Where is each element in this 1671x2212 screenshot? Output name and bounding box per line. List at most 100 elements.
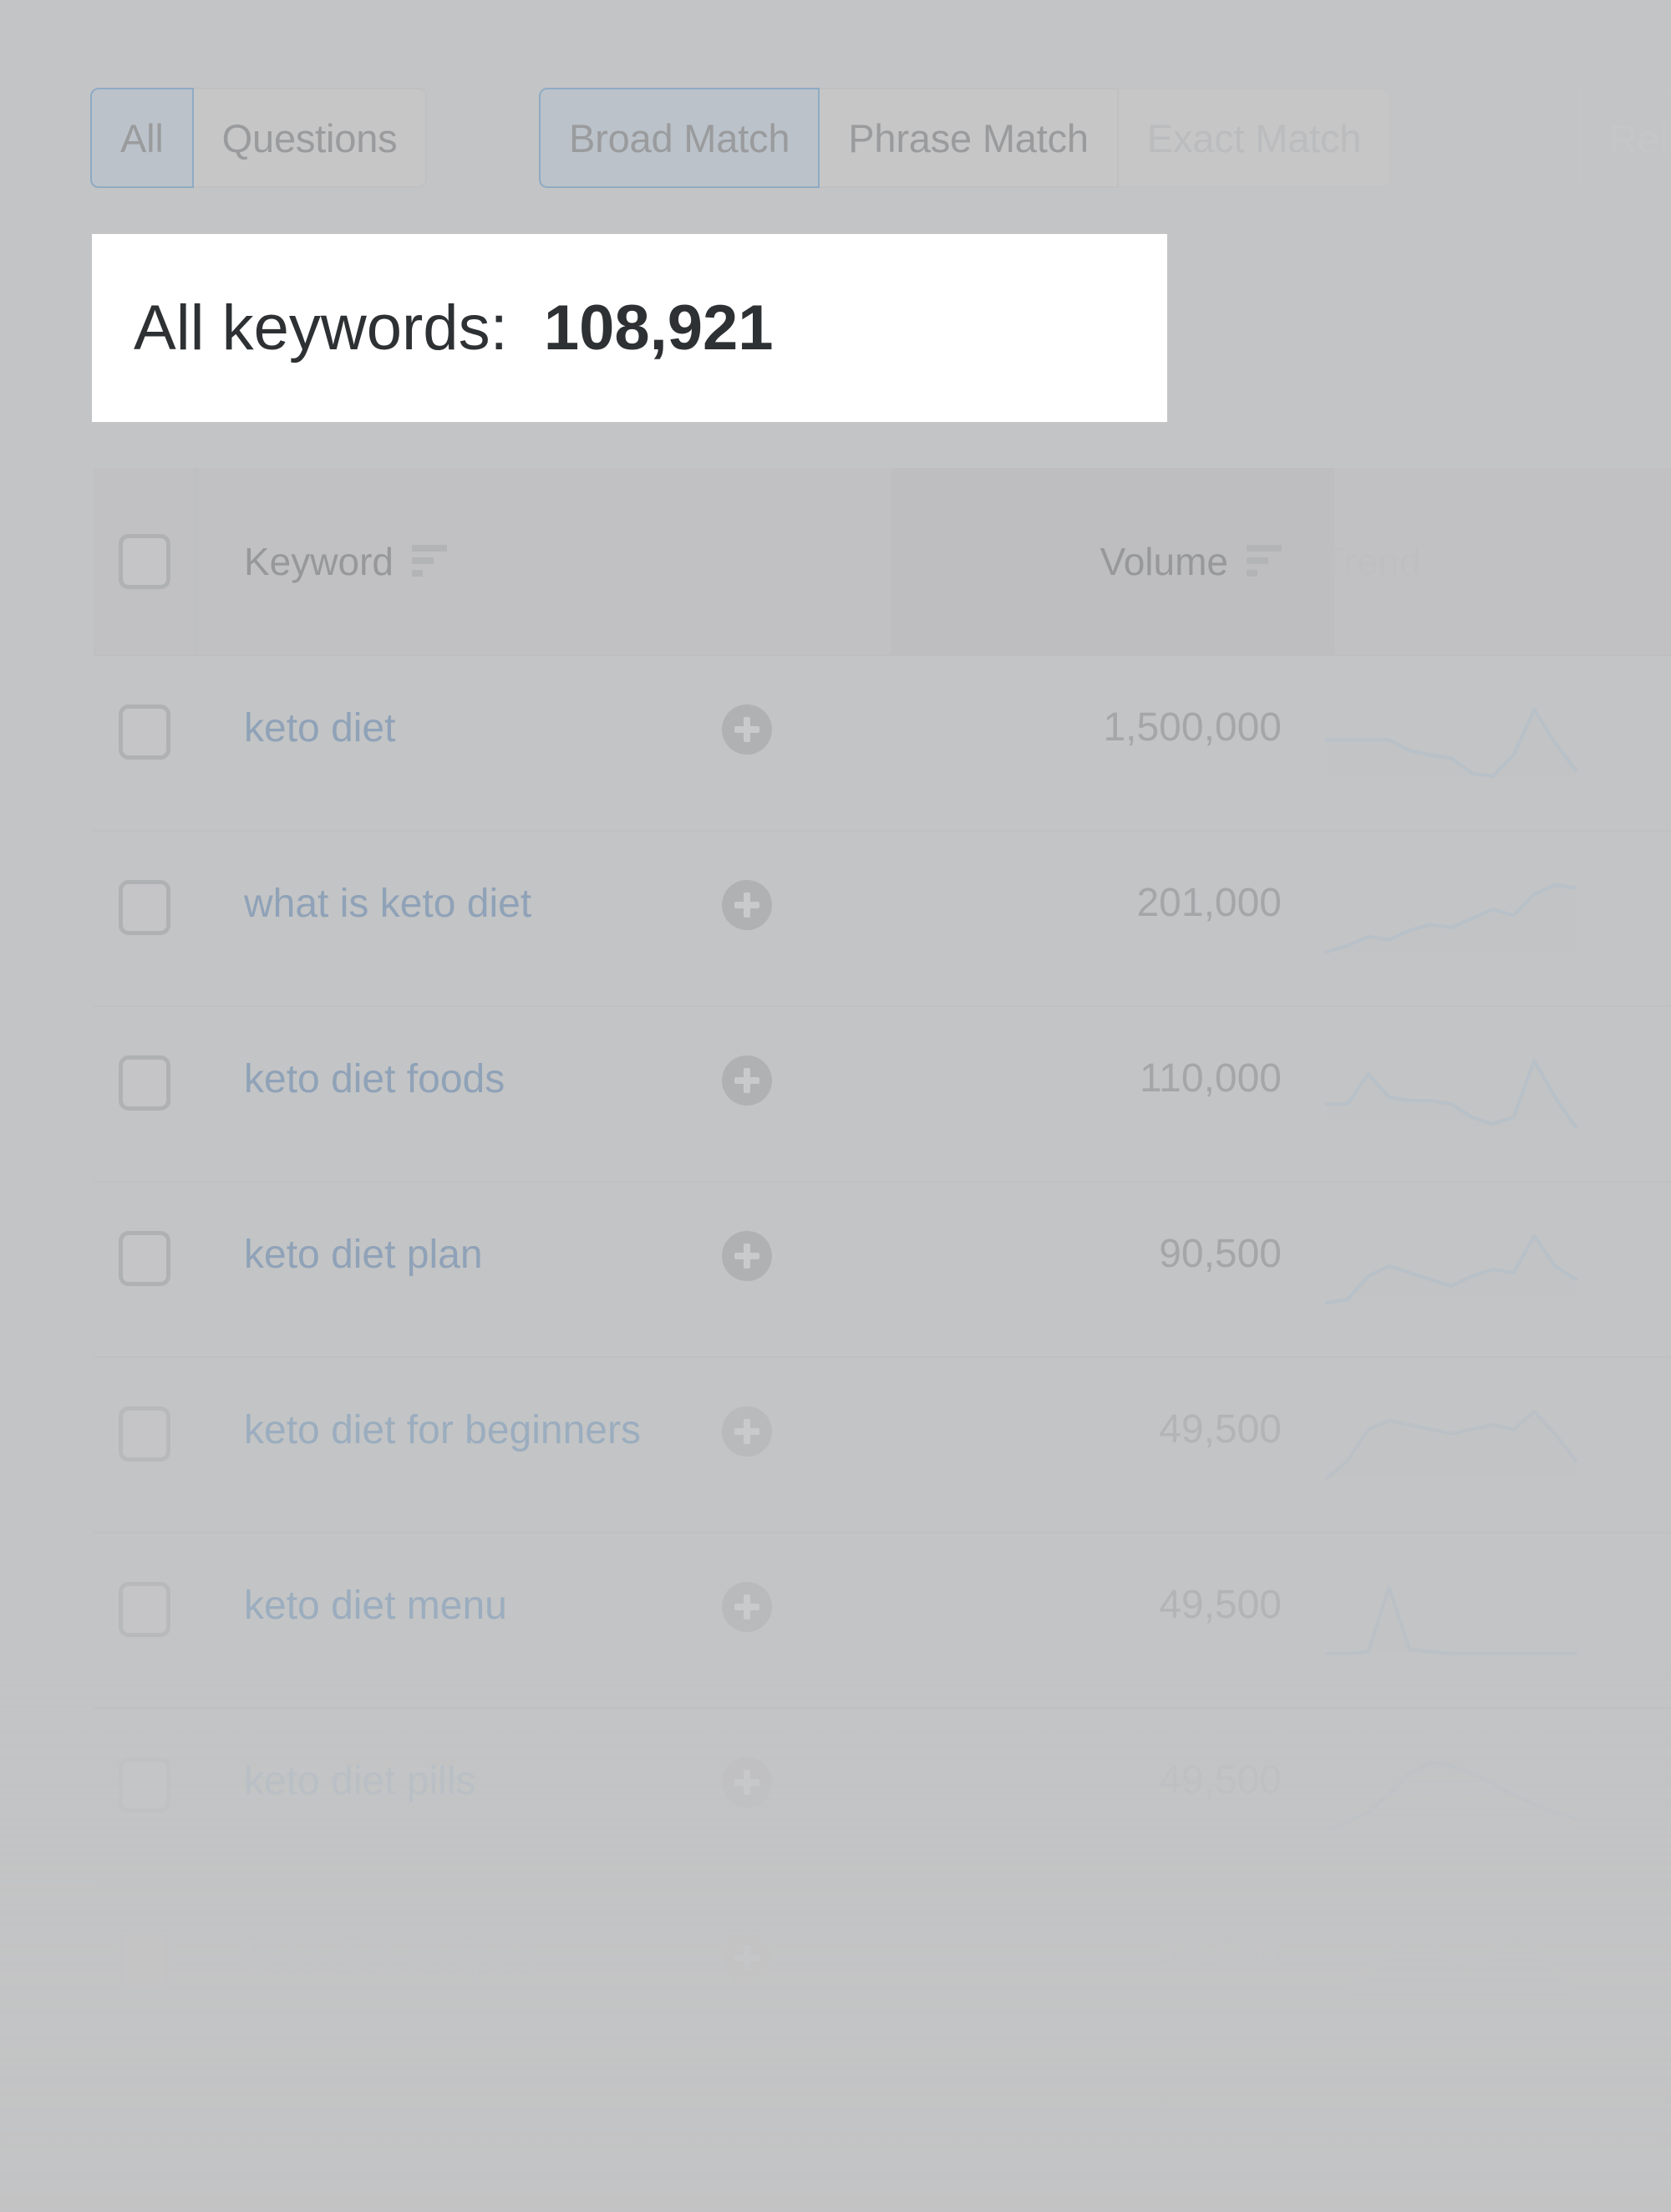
volume-value: 40,500 <box>1159 1934 1282 1978</box>
plus-circle-icon[interactable] <box>722 1406 772 1457</box>
plus-circle-icon[interactable] <box>722 880 772 930</box>
keyword-column-header[interactable]: Keyword <box>196 468 722 654</box>
trend-cell <box>1282 1757 1671 1834</box>
trend-sparkline <box>1322 1582 1581 1659</box>
trend-sparkline <box>1322 1757 1581 1834</box>
volume-value: 49,500 <box>1159 1758 1282 1803</box>
row-select-cell[interactable] <box>94 1406 196 1462</box>
volume-cell: 40,500 <box>922 1933 1282 1979</box>
plus-circle-icon[interactable] <box>722 1757 772 1808</box>
add-keyword-cell[interactable] <box>722 1933 922 1983</box>
add-keyword-cell[interactable] <box>722 1582 922 1632</box>
row-checkbox[interactable] <box>119 1933 170 1988</box>
keyword-cell[interactable]: keto diet <box>196 704 722 754</box>
table-row[interactable]: keto diet 1,500,000 <box>94 656 1671 831</box>
keyword-header-label: Keyword <box>244 539 394 583</box>
trend-cell <box>1282 1582 1671 1659</box>
keyword-link[interactable]: keto diet foods <box>244 1055 505 1105</box>
plus-circle-icon[interactable] <box>722 1933 772 1983</box>
keyword-link[interactable]: keto diet <box>244 704 395 754</box>
row-checkbox[interactable] <box>119 704 170 760</box>
table-row[interactable]: what is keto diet 201,000 <box>94 831 1671 1007</box>
volume-value: 1,500,000 <box>1103 705 1282 750</box>
plus-circle-icon[interactable] <box>722 1582 772 1632</box>
keyword-type-tab-group[interactable]: All Questions <box>90 88 428 188</box>
add-keyword-cell[interactable] <box>722 1406 922 1457</box>
table-row[interactable]: keto diet plan 90,500 <box>94 1182 1671 1358</box>
keyword-link[interactable]: keto diet pills <box>244 1757 475 1807</box>
trend-cell <box>1282 1055 1671 1132</box>
trend-sparkline <box>1322 1231 1581 1308</box>
sort-icon[interactable] <box>411 544 447 578</box>
keyword-link[interactable]: keto diet plan <box>244 1231 483 1280</box>
trend-cell <box>1282 1231 1671 1308</box>
keyword-cell[interactable]: keto diet for beginners <box>196 1406 722 1456</box>
add-keyword-cell[interactable] <box>722 1055 922 1106</box>
row-select-cell[interactable] <box>94 704 196 760</box>
tab-exact-match[interactable]: Exact Match <box>1118 88 1392 188</box>
table-row[interactable]: keto diet for beginners 49,500 <box>94 1358 1671 1533</box>
row-select-cell[interactable] <box>94 1933 196 1988</box>
volume-cell: 49,500 <box>922 1757 1282 1803</box>
add-keyword-cell[interactable] <box>722 1757 922 1808</box>
table-row[interactable]: keto diet foods 110,000 <box>94 1007 1671 1182</box>
keyword-cell[interactable]: keto diet pills <box>196 1757 722 1807</box>
keyword-link[interactable]: keto diet for beginners <box>244 1406 641 1456</box>
tab-broad-match[interactable]: Broad Match <box>539 88 820 188</box>
plus-circle-icon[interactable] <box>722 704 772 755</box>
add-keyword-cell[interactable] <box>722 704 922 755</box>
column-divider <box>196 468 197 654</box>
sort-icon[interactable] <box>1247 544 1282 578</box>
tab-broad-match-label: Broad Match <box>569 115 790 160</box>
volume-value: 49,500 <box>1159 1583 1282 1627</box>
select-all-checkbox[interactable] <box>119 533 170 589</box>
row-select-cell[interactable] <box>94 880 196 935</box>
volume-value: 49,500 <box>1159 1407 1282 1452</box>
row-checkbox[interactable] <box>119 880 170 935</box>
tab-all[interactable]: All <box>90 88 194 188</box>
row-select-cell[interactable] <box>94 1757 196 1813</box>
trend-cell <box>1282 880 1671 957</box>
row-select-cell[interactable] <box>94 1582 196 1637</box>
plus-circle-icon[interactable] <box>722 1055 772 1106</box>
tab-phrase-match-label: Phrase Match <box>848 115 1089 160</box>
plus-circle-icon[interactable] <box>722 1231 772 1281</box>
tab-phrase-match[interactable]: Phrase Match <box>820 88 1119 188</box>
all-keywords-highlight-callout: All keywords: 108,921 <box>92 234 1167 422</box>
table-row[interactable]: keto diet pills 49,500 <box>94 1709 1671 1884</box>
trend-cell <box>1282 704 1671 781</box>
table-row[interactable]: keto diet recipes 40,500 <box>94 1884 1671 2060</box>
trend-column-header[interactable]: Trend <box>1282 468 1671 654</box>
keyword-cell[interactable]: keto diet plan <box>196 1231 722 1280</box>
keyword-cell[interactable]: keto diet menu <box>196 1582 722 1631</box>
volume-value: 90,500 <box>1159 1232 1282 1276</box>
keyword-link[interactable]: keto diet menu <box>244 1582 507 1631</box>
row-checkbox[interactable] <box>119 1055 170 1111</box>
highlight-text: All keywords: 108,921 <box>134 292 774 364</box>
row-select-cell[interactable] <box>94 1055 196 1111</box>
select-all-cell[interactable] <box>94 468 196 654</box>
keyword-link[interactable]: what is keto diet <box>244 880 531 929</box>
row-select-cell[interactable] <box>94 1231 196 1286</box>
row-checkbox[interactable] <box>119 1582 170 1637</box>
keyword-cell[interactable]: what is keto diet <box>196 880 722 929</box>
trend-header-label-group: Trend <box>1322 539 1420 584</box>
keyword-cell[interactable]: keto diet foods <box>196 1055 722 1105</box>
keyword-link[interactable]: keto diet recipes <box>244 1933 536 1982</box>
volume-header-label: Volume <box>1100 539 1228 583</box>
trend-sparkline <box>1322 1933 1581 2010</box>
tab-questions[interactable]: Questions <box>193 88 428 188</box>
tab-exact-match-label: Exact Match <box>1146 115 1362 160</box>
match-type-tab-group[interactable]: Broad Match Phrase Match Exact Match <box>539 88 1392 188</box>
row-checkbox[interactable] <box>119 1406 170 1462</box>
trend-sparkline <box>1322 880 1581 957</box>
add-keyword-cell[interactable] <box>722 880 922 930</box>
add-keyword-cell[interactable] <box>722 1231 922 1281</box>
trend-cell <box>1282 1406 1671 1483</box>
table-row[interactable]: keto diet menu 49,500 <box>94 1533 1671 1709</box>
row-checkbox[interactable] <box>119 1231 170 1286</box>
volume-cell: 49,500 <box>922 1582 1282 1628</box>
keyword-cell[interactable]: keto diet recipes <box>196 1933 722 1982</box>
tab-related-clipped[interactable]: Related <box>1579 88 1671 188</box>
row-checkbox[interactable] <box>119 1757 170 1813</box>
